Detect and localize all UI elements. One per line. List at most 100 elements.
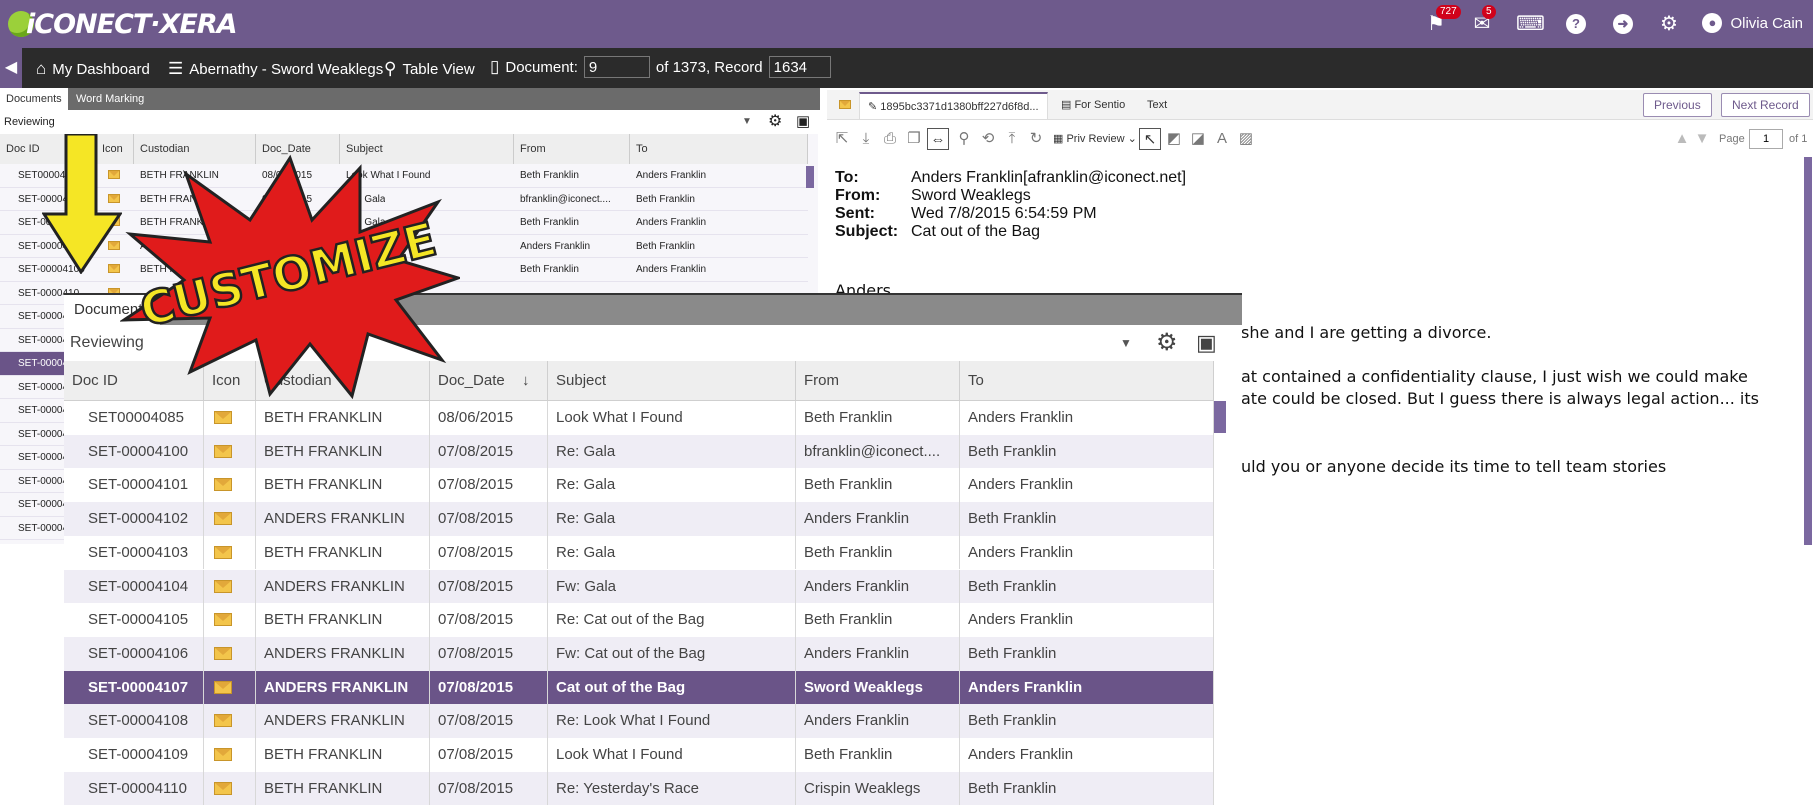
page-number-input[interactable]: [1749, 129, 1783, 149]
home-icon: ⌂: [36, 59, 47, 78]
cell-cust: ANDERS FRANKLIN: [256, 704, 430, 738]
upload-icon[interactable]: ⤒: [1001, 128, 1023, 150]
next-record-button[interactable]: Next Record: [1721, 93, 1810, 117]
export-icon[interactable]: ⇱: [831, 128, 853, 150]
email-body-line: at contained a confidentiality clause, I…: [1241, 367, 1748, 386]
cell-cust: BETH FRANKLIN: [256, 738, 430, 772]
search-icon: ⚲: [384, 59, 397, 78]
document-number-input[interactable]: [583, 56, 650, 78]
left-review-bar: Reviewing ▼ ⚙ ▣: [0, 110, 820, 134]
cell-from: Anders Franklin: [796, 502, 960, 536]
top-bar: iCONECT·XERA ⚑ 727 ✉ 5 ⌨ ? ➜ ⚙ ● Olivia Ca…: [0, 0, 1813, 48]
tab-text[interactable]: Text: [1139, 92, 1175, 119]
tab-documents[interactable]: Documents: [0, 88, 68, 110]
pointer-icon[interactable]: ↖: [1139, 128, 1161, 150]
zoom-scrollbar[interactable]: [1214, 401, 1226, 809]
document-label: Document:: [505, 58, 578, 76]
table-row[interactable]: SET-00004108 ANDERS FRANKLIN 07/08/2015 Re:…: [64, 704, 1214, 738]
email-envelope-icon: [204, 569, 256, 604]
save-icon[interactable]: ▣: [796, 110, 810, 134]
table-row[interactable]: SET-00004100 BETH FRANKLIN 07/08/2015 Re: G…: [64, 434, 1214, 469]
annotate-icon[interactable]: ◪: [1187, 128, 1209, 150]
left-cell-from: Anders Franklin: [520, 240, 591, 252]
save-icon[interactable]: ▣: [1196, 325, 1217, 361]
previous-button[interactable]: Previous: [1643, 93, 1712, 117]
cell-id: SET-00004102: [64, 502, 204, 536]
database-icon: ☰: [168, 59, 184, 78]
cell-date: 07/08/2015: [430, 569, 548, 604]
cell-to: Beth Franklin: [960, 569, 1214, 604]
cell-to: Anders Franklin: [960, 468, 1214, 503]
chevron-down-icon[interactable]: ▼: [742, 110, 752, 134]
page-up-icon[interactable]: ▲: [1671, 128, 1693, 150]
refresh-icon[interactable]: ↻: [1025, 128, 1047, 150]
user-name: Olivia Cain: [1730, 14, 1803, 32]
email-envelope-icon: [204, 535, 256, 570]
zoom-icon[interactable]: ⚲: [953, 128, 975, 150]
left-panel-tabs: Documents Word Marking: [0, 88, 820, 110]
text-tool-icon[interactable]: A: [1211, 128, 1233, 150]
priv-review-label: Priv Review: [1066, 133, 1125, 145]
table-row[interactable]: SET-00004106 ANDERS FRANKLIN 07/08/2015 Fw:…: [64, 636, 1214, 671]
cell-subj: Fw: Gala: [548, 569, 796, 604]
breadcrumb-dashboard[interactable]: ⌂ My Dashboard: [36, 59, 150, 79]
breadcrumb-view-label: Table View: [402, 60, 475, 78]
chevron-down-icon[interactable]: ▼: [1120, 325, 1132, 361]
cell-cust: BETH FRANKLIN: [256, 401, 430, 435]
zoom-scroll-thumb[interactable]: [1214, 401, 1226, 433]
rotate-page-icon[interactable]: ⟲: [977, 128, 999, 150]
table-row[interactable]: SET-00004110 BETH FRANKLIN 07/08/2015 Re: Y…: [64, 771, 1214, 806]
priv-review-dropdown[interactable]: ▦ Priv Review ⌄: [1053, 132, 1137, 145]
flag-icon[interactable]: ⚑ 727: [1424, 5, 1461, 36]
page-down-icon[interactable]: ▼: [1691, 128, 1713, 150]
cell-subj: Look What I Found: [548, 738, 796, 772]
col-subject[interactable]: Subject: [548, 361, 796, 401]
col-from[interactable]: From: [796, 361, 960, 401]
tab-word-marking[interactable]: Word Marking: [70, 88, 150, 110]
table-row[interactable]: SET-00004105 BETH FRANKLIN 07/08/2015 Re: C…: [64, 603, 1214, 637]
table-row[interactable]: SET00004085 BETH FRANKLIN 08/06/2015 Look W…: [64, 401, 1214, 435]
collapse-back-button[interactable]: ◀: [0, 48, 22, 88]
cell-subj: Re: Gala: [548, 434, 796, 469]
grid-settings-gear-icon[interactable]: ⚙: [1156, 325, 1178, 361]
breadcrumb-table-view[interactable]: ⚲ Table View: [384, 59, 475, 79]
mail-tab-icon[interactable]: [831, 92, 859, 119]
email-subject-value: Cat out of the Bag: [911, 223, 1040, 240]
breadcrumb-case[interactable]: ☰ Abernathy - Sword Weaklegs: [168, 59, 383, 79]
cell-id: SET-00004107: [64, 670, 204, 705]
email-envelope-icon: [204, 434, 256, 469]
record-number-input[interactable]: [768, 56, 831, 78]
grid-settings-gear-icon[interactable]: ⚙: [768, 110, 782, 134]
cell-to: Beth Franklin: [960, 434, 1214, 469]
user-menu[interactable]: ● Olivia Cain: [1702, 13, 1803, 33]
col-to[interactable]: To: [960, 361, 1214, 401]
mail-icon[interactable]: ✉ 5: [1470, 5, 1496, 36]
cell-cust: ANDERS FRANKLIN: [256, 670, 430, 705]
table-row[interactable]: SET-00004101 BETH FRANKLIN 07/08/2015 Re: G…: [64, 468, 1214, 503]
fit-width-icon[interactable]: ⇔: [927, 128, 949, 150]
tab-native-document[interactable]: ✎ 1895bc3371d1380bff227d6f8d...: [859, 92, 1048, 119]
cell-from: Beth Franklin: [796, 738, 960, 772]
left-col-to[interactable]: To: [630, 134, 808, 164]
tab-for-sentio[interactable]: ▤ For Sentio: [1053, 92, 1133, 119]
app-logo[interactable]: iCONECT·XERA: [8, 6, 237, 42]
logout-arrow-icon[interactable]: ➜: [1611, 12, 1635, 36]
help-icon[interactable]: ?: [1564, 12, 1588, 36]
download-icon[interactable]: ⤓: [855, 128, 877, 150]
table-row[interactable]: SET-00004107 ANDERS FRANKLIN 07/08/2015 Cat…: [64, 670, 1214, 705]
table-row[interactable]: SET-00004104 ANDERS FRANKLIN 07/08/2015 Fw:…: [64, 569, 1214, 604]
copy-icon[interactable]: ❐: [903, 128, 925, 150]
left-scroll-thumb[interactable]: [806, 166, 814, 188]
viewer-scrollbar[interactable]: [1804, 157, 1812, 545]
print-icon[interactable]: ⎙: [879, 128, 901, 150]
left-col-from[interactable]: From: [514, 134, 630, 164]
highlight-icon[interactable]: ▨: [1235, 128, 1257, 150]
table-row[interactable]: SET-00004109 BETH FRANKLIN 07/08/2015 Look …: [64, 738, 1214, 772]
cell-from: Beth Franklin: [796, 401, 960, 435]
table-row[interactable]: SET-00004103 BETH FRANKLIN 07/08/2015 Re: G…: [64, 535, 1214, 570]
redact-icon[interactable]: ◩: [1163, 128, 1185, 150]
keyboard-icon[interactable]: ⌨: [1516, 12, 1545, 36]
settings-gear-icon[interactable]: ⚙: [1657, 12, 1681, 36]
cell-date: 07/08/2015: [430, 603, 548, 637]
table-row[interactable]: SET-00004102 ANDERS FRANKLIN 07/08/2015 Re:…: [64, 502, 1214, 536]
